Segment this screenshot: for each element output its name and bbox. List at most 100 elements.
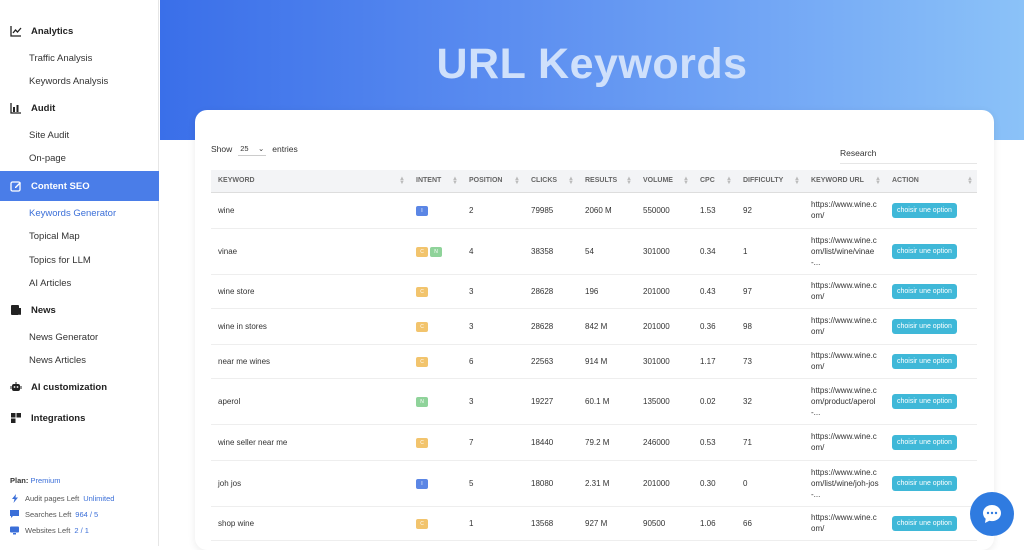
sidebar-item-traffic-analysis[interactable]: Traffic Analysis (29, 53, 92, 64)
column-header[interactable]: VOLUME ▲ ▼ (636, 170, 693, 193)
sidebar-item-ai-articles[interactable]: AI Articles (29, 278, 71, 289)
column-header[interactable]: INTENT ▲ ▼ (409, 170, 462, 193)
intent-badge: I (416, 205, 428, 216)
choose-option-button[interactable]: choisir une option (892, 243, 957, 259)
column-header[interactable]: ACTION ▲ ▼ (885, 170, 977, 193)
cell-position: 4 (462, 228, 524, 275)
cell-position: 3 (462, 378, 524, 425)
cell-volume: 301000 (636, 344, 693, 379)
cell-action: choisir une option (885, 344, 977, 379)
column-header[interactable]: CPC ▲ ▼ (693, 170, 736, 193)
sidebar-item-topical-map[interactable]: Topical Map (29, 231, 80, 242)
search-input[interactable]: Research (840, 148, 977, 164)
entries-control: Show 25 ⌄ entries (211, 142, 298, 156)
sidebar-item-topics-for-llm[interactable]: Topics for LLM (29, 255, 91, 266)
sidebar-item-site-audit[interactable]: Site Audit (29, 130, 69, 141)
cell-results: 2.31 M (578, 460, 636, 507)
cell-position: 3 (462, 274, 524, 309)
cell-action: choisir une option (885, 308, 977, 345)
sidebar-item-news-articles[interactable]: News Articles (29, 355, 86, 366)
limit-label: Audit pages Left (25, 494, 80, 503)
cell-keyword: wine (211, 192, 409, 229)
sidebar-item-keywords-analysis[interactable]: Keywords Analysis (29, 76, 108, 87)
limit-label: Websites Left (25, 526, 71, 535)
entries-select[interactable]: 25 ⌄ (238, 142, 267, 156)
cell-results: 196 (578, 274, 636, 309)
cell-url: https://www.wine.com/ (804, 274, 885, 309)
cell-url: https://www.wine.com/ (804, 308, 885, 345)
page-title: URL Keywords (436, 40, 748, 88)
cell-cpc: 0.02 (693, 378, 736, 425)
intent-badge: C (416, 286, 428, 297)
chat-icon (10, 510, 19, 519)
sort-icon: ▲ ▼ (452, 176, 458, 186)
cell-action: choisir une option (885, 424, 977, 461)
chat-button[interactable] (970, 492, 1014, 536)
keyword-url-link[interactable]: https://www.wine.com/product/aperol-... (811, 385, 881, 418)
cell-url: https://www.wine.com/list/wine/vinae-... (804, 228, 885, 275)
keyword-url-link[interactable]: https://www.wine.com/ (811, 199, 881, 221)
column-header[interactable]: RESULTS ▲ ▼ (578, 170, 636, 193)
column-header-label: KEYWORD (218, 177, 255, 185)
search-label: Research (840, 148, 877, 158)
sidebar-section-integrations[interactable]: Integrations (0, 403, 159, 433)
choose-option-button[interactable]: choisir une option (892, 393, 957, 409)
cell-results: 54 (578, 228, 636, 275)
intent-badge: C (416, 518, 428, 529)
cell-cpc: 1.06 (693, 506, 736, 541)
keyword-url-link[interactable]: https://www.wine.com/ (811, 280, 881, 302)
column-header-label: CPC (700, 177, 715, 185)
column-header[interactable]: KEYWORD URL ▲ ▼ (804, 170, 885, 193)
choose-option-button[interactable]: choisir une option (892, 202, 957, 218)
sidebar-section-news[interactable]: News (0, 295, 159, 325)
table-row: wine seller near me C 7 18440 79.2 M 246000 0.… (211, 424, 977, 461)
table-row: wine I 2 79985 2060 M 550000 1.53 92 https://www… (211, 192, 977, 229)
cell-action: choisir une option (885, 506, 977, 541)
keyword-url-link[interactable]: https://www.wine.com/ (811, 315, 881, 337)
cell-cpc: 1.17 (693, 344, 736, 379)
keyword-url-link[interactable]: https://www.wine.com/list/wine/vinae-... (811, 235, 881, 268)
limit-websites: Websites Left 2 / 1 (10, 526, 89, 535)
sidebar-section-content-seo[interactable]: Content SEO (0, 171, 159, 201)
choose-option-button[interactable]: choisir une option (892, 283, 957, 299)
sidebar-section-ai-customization[interactable]: AI customization (0, 372, 159, 402)
cell-url: https://www.wine.com/ (804, 192, 885, 229)
cell-url: https://www.wine.com/ (804, 506, 885, 541)
limit-value: 964 / 5 (75, 510, 99, 519)
sidebar-section-audit[interactable]: Audit (0, 93, 159, 123)
cell-position: 5 (462, 460, 524, 507)
intent-badge: N (430, 246, 442, 257)
cell-clicks: 18440 (524, 424, 578, 461)
cell-clicks: 18080 (524, 460, 578, 507)
choose-option-button[interactable]: choisir une option (892, 353, 957, 369)
cell-difficulty: 66 (736, 506, 804, 541)
choose-option-button[interactable]: choisir une option (892, 515, 957, 531)
sidebar-item-on-page[interactable]: On-page (29, 153, 66, 164)
sidebar-item-keywords-generator[interactable]: Keywords Generator (29, 208, 116, 219)
keyword-url-link[interactable]: https://www.wine.com/ (811, 350, 881, 372)
choose-option-button[interactable]: choisir une option (892, 318, 957, 334)
keyword-url-link[interactable]: https://www.wine.com/ (811, 512, 881, 534)
column-header-label: VOLUME (643, 177, 673, 185)
cell-clicks: 22563 (524, 344, 578, 379)
choose-option-button[interactable]: choisir une option (892, 434, 957, 450)
choose-option-button[interactable]: choisir une option (892, 475, 957, 491)
table-header-row: KEYWORD ▲ ▼ INTENT ▲ ▼ POSITION ▲ ▼ CLICKS ▲ ▼ RESUL… (211, 170, 977, 193)
table-row: joh jos I 5 18080 2.31 M 201000 0.30 0 https://w… (211, 460, 977, 507)
column-header[interactable]: POSITION ▲ ▼ (462, 170, 524, 193)
column-header[interactable]: CLICKS ▲ ▼ (524, 170, 578, 193)
keywords-table: KEYWORD ▲ ▼ INTENT ▲ ▼ POSITION ▲ ▼ CLICKS ▲ ▼ RESUL… (211, 170, 977, 541)
sidebar-section-analytics[interactable]: Analytics (0, 16, 159, 46)
table-row: aperol N 3 19227 60.1 M 135000 0.02 32 https://w… (211, 378, 977, 425)
cell-url: https://www.wine.com/list/wine/joh-jos-.… (804, 460, 885, 507)
column-header-label: INTENT (416, 177, 442, 185)
column-header[interactable]: DIFFICULTY ▲ ▼ (736, 170, 804, 193)
plan-info: Plan: Premium (10, 476, 60, 485)
keyword-url-link[interactable]: https://www.wine.com/list/wine/joh-jos-.… (811, 467, 881, 500)
column-header[interactable]: KEYWORD ▲ ▼ (211, 170, 409, 193)
keyword-url-link[interactable]: https://www.wine.com/ (811, 431, 881, 453)
cell-volume: 135000 (636, 378, 693, 425)
cell-action: choisir une option (885, 274, 977, 309)
sidebar-item-news-generator[interactable]: News Generator (29, 332, 98, 343)
cell-cpc: 0.36 (693, 308, 736, 345)
